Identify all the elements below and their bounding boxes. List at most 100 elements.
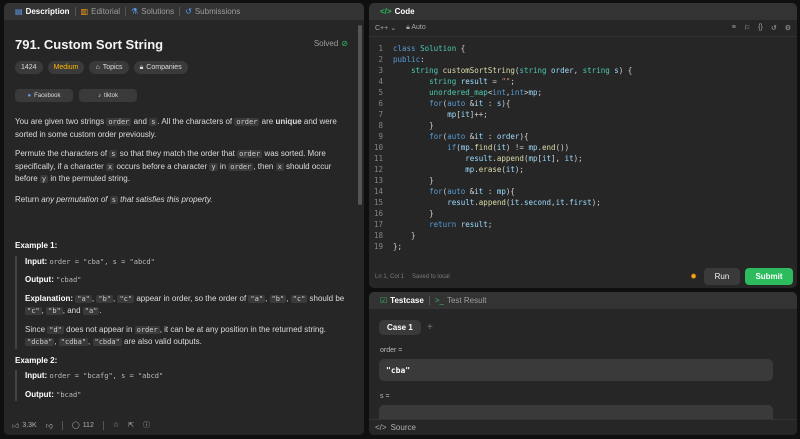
code-tab-bar: </> Code [369, 3, 797, 20]
facebook-button[interactable]: ● Facebook [15, 89, 73, 102]
case-1-tab[interactable]: Case 1 [379, 320, 421, 335]
order-label: order = [380, 347, 403, 354]
facebook-icon: ● [27, 92, 32, 99]
submit-button[interactable]: Submit [745, 268, 793, 285]
add-case-icon[interactable]: + [427, 322, 433, 333]
footer-separator [102, 420, 104, 430]
code-line: 17 return result; [373, 220, 493, 229]
tab-testcase[interactable]: ☑ Testcase [375, 296, 429, 305]
tab-code[interactable]: </> Code [375, 7, 420, 16]
code-line: 12 mp. erase(it); [373, 165, 524, 174]
tag-icon: ⌂ [95, 64, 100, 71]
code-editor[interactable]: 1 class Solution { 2 public: 3 string cust… [369, 43, 797, 252]
bookmark-icon[interactable]: ⚐ [744, 24, 750, 32]
star-icon: ☆ [112, 422, 120, 429]
run-button[interactable]: Run [704, 268, 740, 285]
favorite-button[interactable]: ☆ [113, 421, 119, 429]
problem-tags: 1424 Medium ⌂ Topics 🔒︎ Companies [15, 61, 188, 74]
code-line: 10 if(mp. find(it) != mp. end()) [373, 143, 570, 152]
terminal-icon: >_ [434, 295, 444, 305]
source-footer[interactable]: </> Source [369, 419, 797, 435]
code-line: 6 for(auto & it : s){ [378, 99, 511, 108]
editor-status: Ln 1, Col 1 Saved to local [375, 274, 450, 280]
tag-companies[interactable]: 🔒︎ Companies [133, 61, 188, 74]
code-line: 9 for(auto & it : order){ [378, 132, 529, 141]
tag-topics[interactable]: ⌂ Topics [89, 61, 129, 74]
check-circle-icon: ⊘ [341, 39, 348, 48]
desc-paragraph-3: Return any permutation of s that satisfi… [15, 194, 213, 204]
auto-toggle[interactable]: 🔒︎ Auto [406, 24, 426, 32]
left-tab-bar: ▤ Description ▥ Editorial ⚗ Solutions ↺ Subm… [4, 3, 364, 20]
comment-icon: ◯ [71, 422, 80, 429]
doc-icon: ▤ [15, 6, 23, 16]
tiktok-icon: ♪ [97, 92, 101, 99]
dislike-button[interactable]: 👎︎ [46, 421, 53, 430]
example-1-block: Input: order = "cba", s = "abcd" Output:… [15, 255, 355, 349]
history-icon: ↺ [185, 6, 192, 16]
code-line: 1 class Solution { [378, 44, 466, 53]
tab-solutions[interactable]: ⚗ Solutions [126, 7, 179, 16]
problem-description: You are given two strings order and s. A… [15, 116, 355, 407]
reset-icon[interactable]: ↺ [771, 24, 777, 32]
checkbox-icon: ☑ [380, 295, 388, 305]
lock-icon: 🔒︎ [139, 63, 144, 71]
code-icon: </> [380, 6, 392, 16]
code-line: 3 string customSortString(string order, … [378, 66, 633, 75]
desc-paragraph-1: You are given two strings order and s. A… [15, 117, 337, 139]
code-line: 2 public: [378, 55, 425, 64]
tag-difficulty[interactable]: Medium [47, 61, 85, 74]
problem-title[interactable]: 791. Custom Sort String [15, 37, 163, 52]
code-line: 16 } [373, 209, 434, 218]
braces-icon[interactable]: {} [758, 24, 763, 32]
description-scrollbar[interactable] [358, 25, 362, 205]
tab-editorial[interactable]: ▥ Editorial [76, 7, 125, 16]
test-tab-bar: ☑ Testcase >_ Test Result [369, 292, 797, 309]
question-icon: ⓘ [143, 422, 151, 429]
editor-tools: ≡ ⚐ {} ↺ ⚙ [732, 24, 791, 32]
thumbs-down-icon: 👎︎ [45, 422, 53, 430]
format-icon[interactable]: ≡ [732, 24, 736, 32]
thumbs-up-icon: 👍︎ [12, 422, 20, 430]
tiktok-button[interactable]: ♪ tiktok [79, 89, 137, 102]
testcase-panel: ☑ Testcase >_ Test Result Case 1 + order =… [369, 292, 797, 435]
tag-rating[interactable]: 1424 [15, 61, 43, 74]
settings-icon[interactable]: ⚙ [785, 24, 791, 32]
code-line: 14 for(auto & it : mp){ [373, 187, 515, 196]
tab-submissions[interactable]: ↺ Submissions [180, 7, 245, 16]
chevron-down-icon: ⌄ [390, 25, 397, 32]
example-2-heading: Example 2: [15, 355, 58, 365]
order-input[interactable]: "cba" [379, 359, 773, 381]
share-button[interactable]: ⇱ [128, 421, 134, 429]
code-line: 5 unordered_map < int, int > mp; [378, 88, 543, 97]
code-line: 8 } [378, 121, 434, 130]
code-line: 4 string result = ""; [378, 77, 515, 86]
desc-paragraph-2: Permute the characters of s so that they… [15, 149, 332, 183]
code-panel: </> Code C++ ⌄ 🔒︎ Auto ≡ ⚐ {} ↺ ⚙ 1 class … [369, 3, 797, 288]
code-icon: </> [375, 423, 387, 432]
flask-icon: ⚗ [131, 6, 139, 16]
share-icon: ⇱ [128, 422, 135, 429]
description-panel: ▤ Description ▥ Editorial ⚗ Solutions ↺ Subm… [4, 3, 364, 435]
comments-button[interactable]: ◯ 112 [71, 421, 94, 430]
code-line: 18 } [373, 231, 416, 240]
code-line: 15 result. append(it. second, it. first); [373, 198, 601, 207]
code-line: 13 } [373, 176, 434, 185]
help-button[interactable]: ⓘ [143, 420, 150, 430]
s-label: s = [380, 393, 390, 400]
example-1-heading: Example 1: [15, 241, 58, 250]
debugger-icon[interactable]: ✹ [690, 272, 697, 281]
tab-description[interactable]: ▤ Description [10, 7, 75, 16]
like-button[interactable]: 👍︎ 3.3K [12, 421, 37, 430]
social-buttons: ● Facebook ♪ tiktok [15, 89, 137, 102]
editor-toolbar: C++ ⌄ 🔒︎ Auto ≡ ⚐ {} ↺ ⚙ [369, 20, 797, 37]
tab-test-result[interactable]: >_ Test Result [430, 296, 492, 305]
lock-icon: 🔒︎ [406, 24, 410, 31]
solved-status: Solved ⊘ [313, 39, 348, 48]
description-footer: 👍︎ 3.3K 👎︎ ◯ 112 ☆ ⇱ ⓘ [4, 415, 364, 435]
language-select[interactable]: C++ ⌄ [375, 24, 396, 32]
code-line: 19}; [373, 242, 403, 251]
code-line: 7 mp[it]++; [378, 110, 488, 119]
example-2-block: Input: order = "bcafg", s = "abcd" Outpu… [15, 370, 355, 401]
footer-separator [61, 420, 63, 430]
book-icon: ▥ [80, 6, 89, 16]
